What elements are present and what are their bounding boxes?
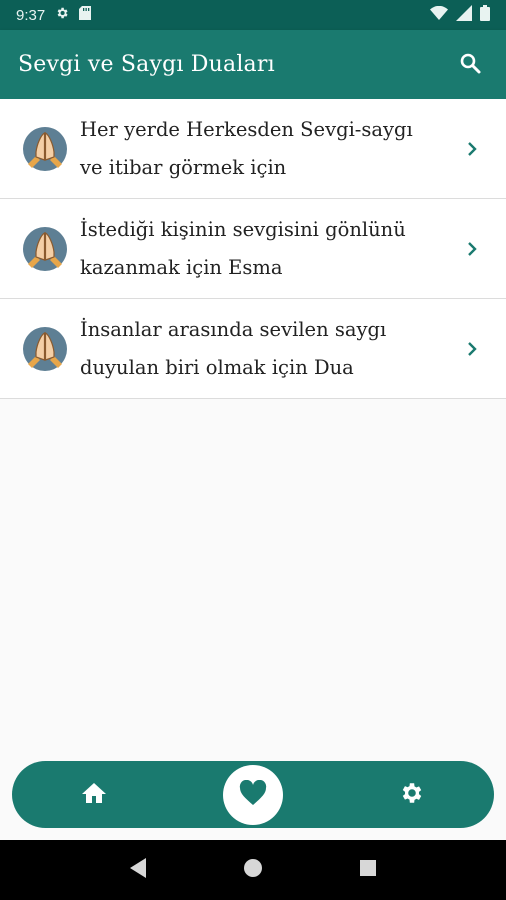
page-title: Sevgi ve Saygı Duaları [18, 52, 275, 77]
list-item[interactable]: İstediği kişinin sevgisini gönlünü kazan… [0, 199, 506, 299]
settings-icon [55, 6, 69, 24]
home-circle-icon [243, 858, 263, 882]
signal-icon [456, 5, 472, 25]
back-icon [128, 857, 148, 883]
list-item-line2: duyulan biri olmak için Dua [80, 355, 354, 379]
praying-hands-icon [22, 126, 68, 172]
home-icon [81, 781, 107, 809]
system-back-button[interactable] [118, 850, 158, 890]
list-item-line2: ve itibar görmek için [80, 155, 287, 179]
list-item-line1: İnsanlar arasında sevilen saygı [80, 317, 387, 341]
system-nav-bar [0, 840, 506, 900]
status-bar: 9:37 [0, 0, 506, 30]
list-item-label: Her yerde Herkesden Sevgi-saygı ve itiba… [80, 111, 460, 187]
status-time: 9:37 [16, 6, 46, 24]
search-icon [458, 51, 482, 79]
chevron-right-icon [460, 340, 484, 358]
list-item-line2: kazanmak için Esma [80, 255, 283, 279]
list-item-label: İnsanlar arasında sevilen saygı duyulan … [80, 311, 460, 387]
list-item-label: İstediği kişinin sevgisini gönlünü kazan… [80, 211, 460, 287]
battery-icon [480, 5, 490, 25]
list-item[interactable]: Her yerde Herkesden Sevgi-saygı ve itiba… [0, 99, 506, 199]
nav-home-button[interactable] [59, 765, 129, 825]
chevron-right-icon [460, 240, 484, 258]
search-button[interactable] [452, 47, 488, 83]
sd-card-icon [79, 6, 92, 24]
recents-icon [359, 859, 377, 881]
praying-hands-icon [22, 326, 68, 372]
list-item[interactable]: İnsanlar arasında sevilen saygı duyulan … [0, 299, 506, 399]
dua-list: Her yerde Herkesden Sevgi-saygı ve itiba… [0, 99, 506, 399]
system-home-button[interactable] [233, 850, 273, 890]
wifi-icon [430, 5, 448, 24]
nav-settings-button[interactable] [377, 765, 447, 825]
bottom-nav [12, 761, 494, 828]
list-item-line1: İstediği kişinin sevgisini gönlünü [80, 217, 406, 241]
gear-icon [399, 780, 425, 810]
list-item-line1: Her yerde Herkesden Sevgi-saygı [80, 117, 413, 141]
app-bar: Sevgi ve Saygı Duaları [0, 30, 506, 99]
nav-favorites-button[interactable] [223, 764, 283, 825]
system-recents-button[interactable] [348, 850, 388, 890]
chevron-right-icon [460, 140, 484, 158]
heart-icon [239, 779, 267, 810]
praying-hands-icon [22, 226, 68, 272]
